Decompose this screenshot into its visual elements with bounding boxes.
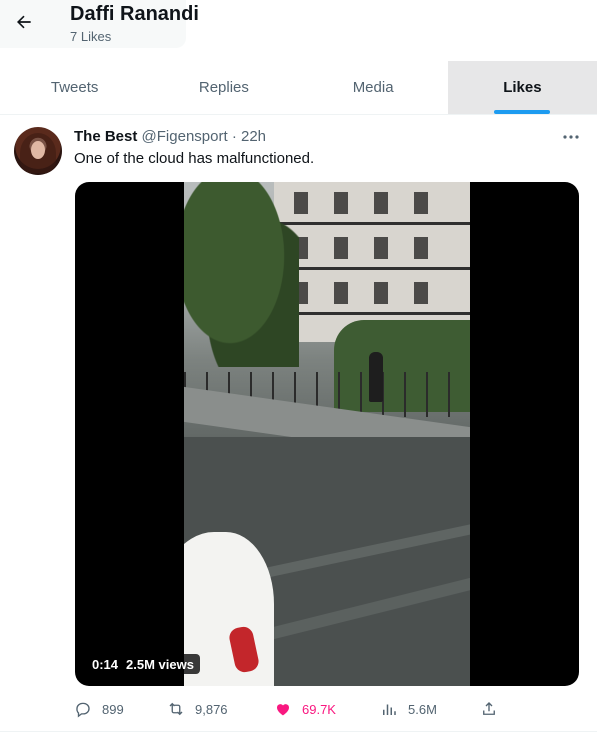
tab-label: Tweets <box>50 79 99 96</box>
tweet-time[interactable]: 22h <box>241 128 266 145</box>
tab-replies[interactable]: Replies <box>149 61 298 114</box>
more-button[interactable] <box>560 129 582 145</box>
analytics-icon <box>383 704 396 715</box>
reply-icon <box>76 702 90 718</box>
profile-name: Daffi Ranandi <box>70 3 199 25</box>
likes-count: 7 Likes <box>70 29 112 44</box>
tab-likes[interactable]: Likes <box>447 61 597 114</box>
arrow-left-icon <box>17 15 31 29</box>
video-building <box>274 182 470 342</box>
reply-count: 899 <box>102 701 124 717</box>
reply-button[interactable]: 899 <box>74 698 124 720</box>
video-info-badge: 0:14 2.5M views <box>86 654 200 674</box>
like-count: 69.7K <box>302 701 336 717</box>
share-icon <box>483 702 495 715</box>
retweet-count: 9,876 <box>195 701 228 717</box>
retweet-icon <box>169 702 183 716</box>
share-button[interactable] <box>480 698 498 720</box>
view-count: 5.6M <box>408 701 437 717</box>
video-trees <box>184 182 299 367</box>
tab-label: Media <box>352 79 394 96</box>
tweet-header: The Best @Figensport · 22h <box>74 128 266 145</box>
more-dots-icon <box>563 135 579 139</box>
avatar[interactable] <box>14 127 62 175</box>
profile-tabs: Tweets Replies Media Likes <box>0 61 597 115</box>
author-name[interactable]: The Best <box>74 128 137 145</box>
views-button[interactable]: 5.6M <box>380 698 437 720</box>
avatar-face <box>31 141 45 159</box>
tweet-text: One of the cloud has malfunctioned. <box>74 150 315 167</box>
tab-label: Replies <box>198 79 249 96</box>
video-frame <box>184 182 470 686</box>
tab-media[interactable]: Media <box>299 61 448 114</box>
video-views: 2.5M views <box>126 656 194 672</box>
video-person <box>369 352 383 402</box>
author-handle[interactable]: @Figensport <box>142 128 228 145</box>
tweet[interactable]: The Best @Figensport · 22h One of the cl… <box>0 115 597 732</box>
back-button[interactable] <box>8 6 40 38</box>
tab-tweets[interactable]: Tweets <box>0 61 149 114</box>
video-duration: 0:14 <box>92 656 119 672</box>
heart-icon <box>277 704 289 716</box>
like-button[interactable]: 69.7K <box>274 698 336 720</box>
video-player[interactable]: 0:14 2.5M views <box>75 182 579 686</box>
separator-dot: · <box>231 128 237 145</box>
tab-label: Likes <box>503 79 542 96</box>
profile-header: Daffi Ranandi 7 Likes <box>0 0 597 60</box>
tweet-actions: 899 9,876 69.7K 5.6M <box>74 698 514 720</box>
active-tab-indicator <box>494 110 551 114</box>
retweet-button[interactable]: 9,876 <box>167 698 228 720</box>
